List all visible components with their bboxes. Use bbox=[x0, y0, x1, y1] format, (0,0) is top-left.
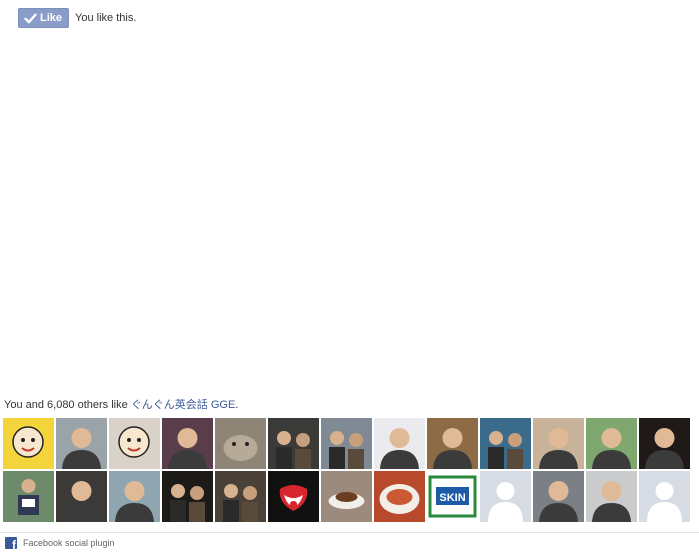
food-photo-icon bbox=[374, 471, 425, 522]
coffee-photo-icon bbox=[321, 471, 372, 522]
friend-avatar[interactable]: SKIN bbox=[427, 471, 478, 522]
friend-avatar[interactable] bbox=[586, 471, 637, 522]
friend-avatar[interactable] bbox=[427, 418, 478, 469]
friend-avatar[interactable] bbox=[639, 471, 690, 522]
facebook-icon[interactable]: f bbox=[5, 537, 17, 549]
friend-avatar[interactable] bbox=[215, 418, 266, 469]
facebook-like-box: Like You like this. You and 6,080 others… bbox=[0, 0, 699, 554]
runner-photo-icon bbox=[3, 471, 54, 522]
rolling-stones-logo-icon bbox=[268, 471, 319, 522]
group-photo-icon bbox=[321, 418, 372, 469]
friend-avatar[interactable] bbox=[162, 418, 213, 469]
friend-avatar[interactable] bbox=[56, 418, 107, 469]
friend-avatar[interactable] bbox=[268, 418, 319, 469]
svg-text:SKIN: SKIN bbox=[439, 492, 465, 504]
checkmark-icon bbox=[24, 13, 37, 23]
friend-avatar[interactable] bbox=[480, 418, 531, 469]
person-photo-icon bbox=[162, 418, 213, 469]
animal-photo-icon bbox=[215, 418, 266, 469]
likes-summary-prefix: You and 6,080 others like bbox=[4, 399, 131, 411]
friend-avatar[interactable] bbox=[533, 418, 584, 469]
group-photo-icon bbox=[215, 471, 266, 522]
friend-avatar[interactable] bbox=[533, 471, 584, 522]
friend-avatar[interactable] bbox=[374, 471, 425, 522]
skin-logo-icon: SKIN bbox=[427, 471, 478, 522]
cartoon-avatar-icon bbox=[109, 418, 160, 469]
faces-grid: SKIN bbox=[3, 418, 696, 522]
friend-avatar[interactable] bbox=[268, 471, 319, 522]
person-photo-icon bbox=[109, 471, 160, 522]
likes-summary-suffix: . bbox=[235, 399, 239, 411]
like-row: Like You like this. bbox=[18, 8, 136, 28]
like-status-text: You like this. bbox=[75, 12, 137, 24]
friend-avatar[interactable] bbox=[321, 471, 372, 522]
friend-avatar[interactable] bbox=[3, 471, 54, 522]
friend-avatar[interactable] bbox=[3, 418, 54, 469]
like-button[interactable]: Like bbox=[18, 8, 70, 28]
friend-avatar[interactable] bbox=[56, 471, 107, 522]
friend-avatar[interactable] bbox=[639, 418, 690, 469]
friend-avatar[interactable] bbox=[162, 471, 213, 522]
friend-avatar[interactable] bbox=[321, 418, 372, 469]
child-photo-icon bbox=[56, 418, 107, 469]
person-photo-icon bbox=[56, 471, 107, 522]
friend-avatar[interactable] bbox=[586, 418, 637, 469]
facebook-social-plugin-link[interactable]: Facebook social plugin bbox=[23, 538, 115, 548]
person-photo-icon bbox=[533, 418, 584, 469]
person-photo-icon bbox=[586, 418, 637, 469]
person-photo-icon bbox=[586, 471, 637, 522]
friend-avatar[interactable] bbox=[109, 418, 160, 469]
group-photo-icon bbox=[480, 418, 531, 469]
group-photo-icon bbox=[162, 471, 213, 522]
friend-avatar[interactable] bbox=[374, 418, 425, 469]
person-photo-icon bbox=[374, 418, 425, 469]
friend-avatar[interactable] bbox=[215, 471, 266, 522]
person-photo-icon bbox=[533, 471, 584, 522]
default-avatar-icon bbox=[639, 471, 690, 522]
like-button-label: Like bbox=[40, 12, 63, 24]
footer: f Facebook social plugin bbox=[5, 537, 115, 549]
page-name-link[interactable]: ぐんぐん英会話 GGE bbox=[131, 399, 236, 411]
friend-avatar[interactable] bbox=[109, 471, 160, 522]
default-avatar-icon bbox=[480, 471, 531, 522]
friend-avatar[interactable] bbox=[480, 471, 531, 522]
person-photo-icon bbox=[427, 418, 478, 469]
group-photo-icon bbox=[268, 418, 319, 469]
cartoon-avatar-icon bbox=[3, 418, 54, 469]
likes-summary: You and 6,080 others like ぐんぐん英会話 GGE. bbox=[4, 396, 238, 412]
person-photo-icon bbox=[639, 418, 690, 469]
footer-divider bbox=[0, 532, 699, 533]
